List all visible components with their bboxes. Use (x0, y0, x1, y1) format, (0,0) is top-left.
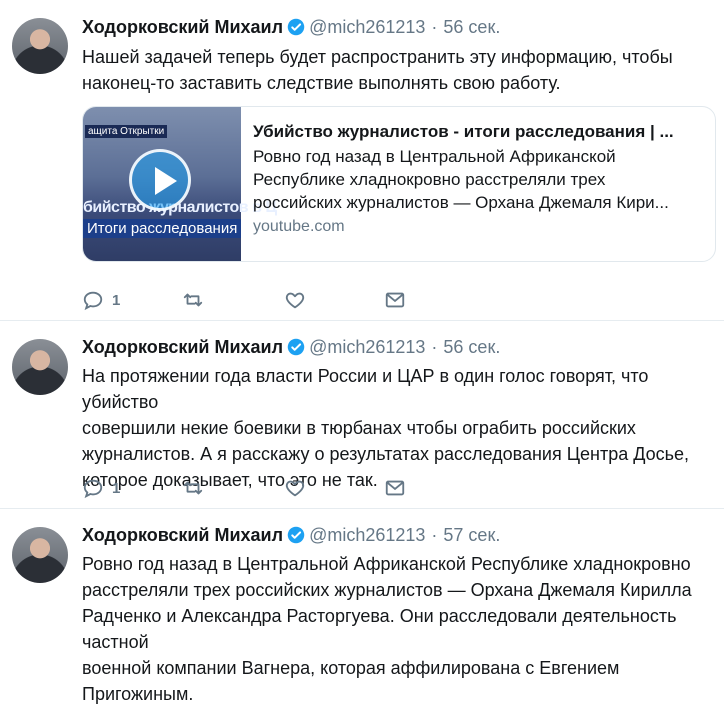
author-handle[interactable]: @mich261213 (309, 17, 425, 37)
text-line: наконец-то заставить следствие выполнять… (82, 73, 561, 93)
separator: · (431, 525, 438, 545)
reply-button[interactable]: 1 (82, 288, 120, 312)
card-body: Убийство журналистов - итоги расследован… (253, 121, 703, 236)
text-line: военной компании Вагнера, которая аффили… (82, 658, 620, 704)
text-line: журналистов. А я расскажу о результатах … (82, 444, 690, 464)
retweet-button[interactable] (182, 476, 204, 500)
author-name[interactable]: Ходорковский Михаил (82, 337, 283, 357)
thumbnail-banner: Итоги расследования (83, 219, 241, 238)
retweet-icon (183, 293, 203, 307)
tweet-text: Ровно год назад в Центральной Африканско… (82, 551, 718, 707)
reply-icon (83, 479, 103, 499)
text-line: Радченко и Александра Расторгуева. Они р… (82, 606, 677, 652)
direct-message-button[interactable] (384, 288, 406, 312)
card-domain: youtube.com (253, 218, 345, 235)
like-button[interactable] (284, 288, 306, 312)
reply-count: 1 (112, 479, 121, 497)
thumbnail-tag: ащита Открытки (85, 125, 168, 138)
card-title: Убийство журналистов - итоги расследован… (253, 122, 674, 141)
desc-line: Ровно год назад в Центральной Африканско… (253, 147, 616, 166)
author-name[interactable]: Ходорковский Михаил (82, 17, 283, 37)
text-line: На протяжении года власти России и ЦАР в… (82, 366, 649, 412)
verified-badge-icon (287, 526, 305, 544)
tweet-header: Ходорковский Михаил @mich261213 · 57 сек. (82, 524, 500, 546)
author-handle[interactable]: @mich261213 (309, 525, 425, 545)
text-line: Ровно год назад в Центральной Африканско… (82, 554, 691, 574)
timestamp[interactable]: 57 сек. (443, 525, 500, 545)
card-description: Ровно год назад в Центральной Африканско… (253, 145, 703, 214)
play-icon[interactable] (129, 149, 191, 211)
verified-badge-icon (287, 18, 305, 36)
direct-message-button[interactable] (384, 476, 406, 500)
text-line: расстреляли трех российских журналистов … (82, 580, 692, 600)
tweet-3[interactable]: Ходорковский Михаил @mich261213 · 57 сек. Р… (0, 509, 724, 704)
like-icon (285, 292, 305, 309)
direct-message-icon (385, 480, 405, 496)
text-line: совершили некие боевики в тюрбанах чтобы… (82, 418, 636, 438)
retweet-icon (183, 481, 203, 495)
timestamp[interactable]: 56 сек. (443, 337, 500, 357)
verified-badge-icon (287, 338, 305, 356)
avatar[interactable] (12, 18, 68, 74)
link-card[interactable]: ащита Открытки бийство журналистов в Ц И… (82, 106, 716, 262)
desc-line: Республике хладнокровно расстреляли трех (253, 170, 606, 189)
reply-icon (83, 291, 103, 311)
tweet-1[interactable]: Ходорковский Михаил @mich261213 · 56 сек. Н… (0, 0, 724, 320)
avatar[interactable] (12, 339, 68, 395)
reply-button[interactable]: 1 (82, 476, 120, 500)
tweet-text: Нашей задачей теперь будет распространит… (82, 44, 718, 96)
author-handle[interactable]: @mich261213 (309, 337, 425, 357)
tweet-text: На протяжении года власти России и ЦАР в… (82, 363, 718, 493)
tweet-header: Ходорковский Михаил @mich261213 · 56 сек. (82, 336, 500, 358)
retweet-button[interactable] (182, 288, 204, 312)
like-icon (285, 480, 305, 497)
separator: · (431, 337, 438, 357)
text-line: Нашей задачей теперь будет распространит… (82, 47, 673, 67)
tweet-2[interactable]: Ходорковский Михаил @mich261213 · 56 сек. Н… (0, 321, 724, 508)
timestamp[interactable]: 56 сек. (443, 17, 500, 37)
separator: · (431, 17, 438, 37)
desc-line: российских журналистов — Орхана Джемаля … (253, 193, 669, 212)
video-thumbnail[interactable]: ащита Открытки бийство журналистов в Ц И… (83, 107, 277, 261)
author-name[interactable]: Ходорковский Михаил (82, 525, 283, 545)
direct-message-icon (385, 292, 405, 308)
avatar[interactable] (12, 527, 68, 583)
tweet-header: Ходорковский Михаил @mich261213 · 56 сек. (82, 16, 500, 38)
like-button[interactable] (284, 476, 306, 500)
reply-count: 1 (112, 291, 121, 309)
